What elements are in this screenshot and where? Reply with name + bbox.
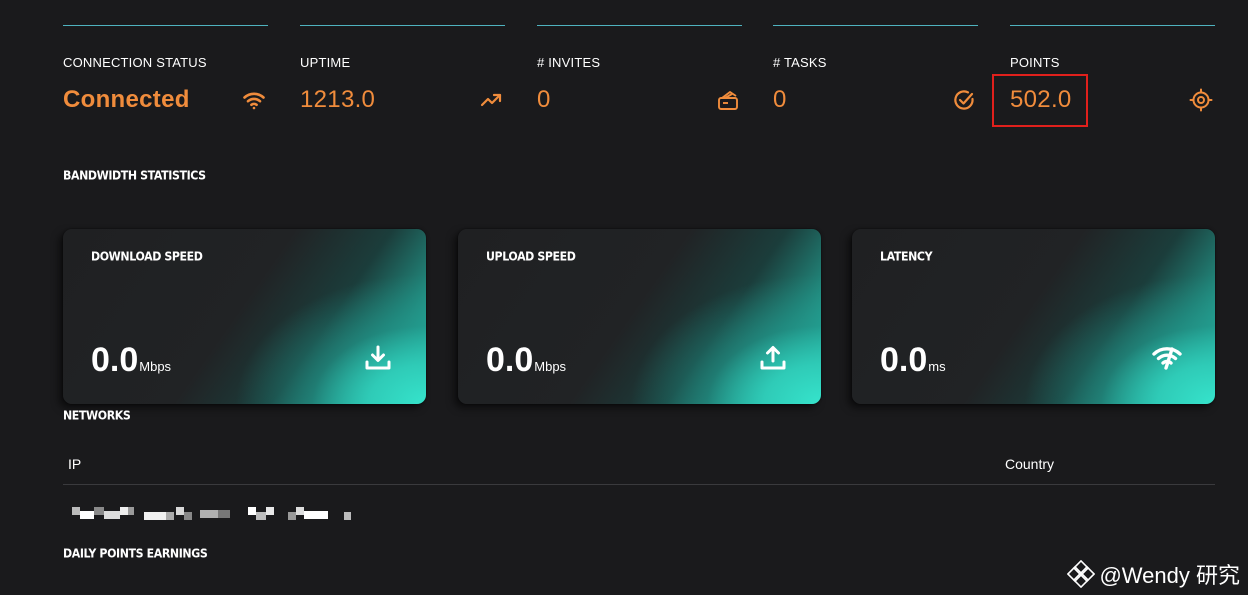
check-circle-icon: [954, 90, 974, 110]
redacted-pixel: [144, 512, 166, 520]
stat-divider: [300, 25, 505, 26]
connection-status-value: Connected: [63, 86, 190, 113]
latency-card: LATENCY 0.0ms: [852, 229, 1215, 404]
stat-divider: [537, 25, 742, 26]
redacted-pixel: [218, 510, 230, 518]
tasks-value: 0: [773, 86, 787, 113]
stat-divider: [773, 25, 978, 26]
stat-label: POINTS: [1010, 55, 1060, 70]
redacted-pixel: [72, 507, 80, 515]
redacted-pixel: [184, 512, 192, 520]
stack-icon: [718, 91, 738, 110]
upload-icon: [760, 346, 786, 370]
redacted-pixel: [94, 507, 104, 515]
redacted-pixel: [344, 512, 351, 520]
stat-label: # INVITES: [537, 55, 601, 70]
metric-number: 0.0: [880, 341, 928, 379]
bandwidth-section-title: BANDWIDTH STATISTICS: [63, 168, 206, 183]
points-highlight-box: [992, 74, 1088, 127]
redacted-pixel: [266, 507, 274, 515]
signal-icon: [1152, 347, 1182, 370]
redacted-pixel: [288, 512, 296, 520]
metric-unit: Mbps: [139, 359, 172, 374]
card-title: LATENCY: [880, 249, 933, 264]
uptime-value: 1213.0: [300, 86, 376, 113]
daily-points-section-title: DAILY POINTS EARNINGS: [63, 546, 208, 561]
stat-divider: [1010, 25, 1215, 26]
watermark: @Wendy 研究: [1067, 558, 1240, 590]
card-title: DOWNLOAD SPEED: [91, 249, 203, 264]
redacted-pixel: [176, 507, 184, 515]
card-title: UPLOAD SPEED: [486, 249, 576, 264]
stat-divider: [63, 25, 268, 26]
wifi-icon: [243, 92, 265, 110]
target-icon: [1189, 88, 1213, 112]
redacted-pixel: [256, 512, 266, 520]
watermark-text: @Wendy 研究: [1099, 563, 1240, 588]
redacted-pixel: [304, 511, 328, 519]
download-speed-value: 0.0Mbps: [91, 341, 171, 380]
redacted-pixel: [166, 512, 174, 520]
redacted-pixel: [296, 507, 304, 515]
stat-label: # TASKS: [773, 55, 827, 70]
networks-table-header: IP Country: [63, 456, 1215, 485]
networks-section-title: NETWORKS: [63, 408, 131, 423]
column-header-country: Country: [1005, 456, 1055, 472]
download-speed-card: DOWNLOAD SPEED 0.0Mbps: [63, 229, 426, 404]
table-row: [72, 507, 362, 523]
stat-connection-status: CONNECTION STATUS Connected: [63, 0, 268, 130]
stat-invites: # INVITES 0: [537, 0, 742, 130]
stat-label: UPTIME: [300, 55, 351, 70]
upload-speed-card: UPLOAD SPEED 0.0Mbps: [458, 229, 821, 404]
redacted-pixel: [200, 510, 218, 518]
diamond-logo-icon: [1067, 560, 1096, 588]
dashboard-page: CONNECTION STATUS Connected UPTIME 1213.…: [0, 0, 1248, 595]
upload-speed-value: 0.0Mbps: [486, 341, 566, 380]
stat-tasks: # TASKS 0: [773, 0, 978, 130]
metric-number: 0.0: [91, 341, 139, 379]
download-icon: [365, 345, 391, 370]
stat-uptime: UPTIME 1213.0: [300, 0, 505, 130]
trending-up-icon: [480, 93, 502, 107]
metric-unit: ms: [928, 359, 946, 374]
latency-value: 0.0ms: [880, 341, 946, 380]
stat-label: CONNECTION STATUS: [63, 55, 207, 70]
redacted-pixel: [128, 507, 134, 515]
metric-number: 0.0: [486, 341, 534, 379]
redacted-pixel: [104, 511, 120, 519]
metric-unit: Mbps: [534, 359, 567, 374]
redacted-pixel: [120, 507, 128, 515]
redacted-pixel: [248, 507, 256, 515]
invites-value: 0: [537, 86, 551, 113]
column-header-ip: IP: [68, 456, 82, 472]
redacted-pixel: [80, 511, 94, 519]
